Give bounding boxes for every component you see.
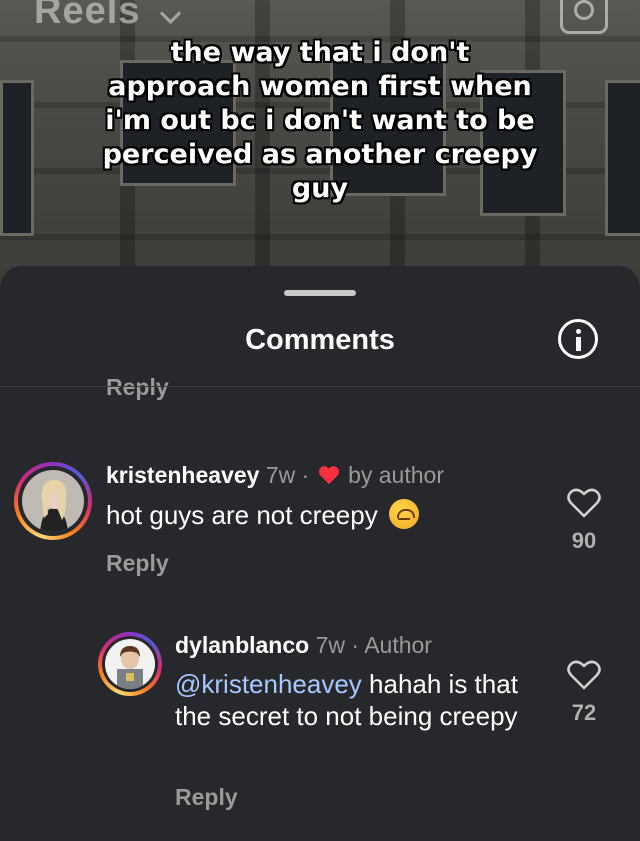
camera-icon[interactable] (560, 0, 608, 34)
like-button[interactable]: 72 (564, 660, 604, 726)
mention-link[interactable]: @kristenheavey (175, 669, 362, 699)
comments-sheet: Comments Reply kristenheavey 7w · by aut… (0, 266, 640, 841)
comment-username[interactable]: dylanblanco (175, 632, 309, 658)
comment-meta: dylanblanco 7w · Author (175, 632, 432, 659)
comment-time: 7w (315, 632, 345, 658)
building-window (0, 80, 34, 236)
reply-button[interactable]: Reply (175, 784, 238, 811)
avatar-photo-image (105, 639, 155, 689)
avatar[interactable] (98, 632, 162, 696)
author-badge: Author (364, 632, 432, 658)
avatar-photo (105, 639, 155, 689)
heart-outline-icon[interactable] (567, 660, 601, 690)
reel-video-frame[interactable]: Reels the way that i don't approach wome… (0, 0, 640, 300)
video-caption: the way that i don't approach women firs… (102, 37, 538, 204)
meta-separator: · (351, 632, 360, 658)
chevron-down-icon[interactable] (159, 2, 182, 25)
reply-comment-item: dylanblanco 7w · Author @kristenheavey h… (0, 266, 640, 841)
comment-text: @kristenheavey hahah is that the secret … (175, 668, 545, 732)
reels-title[interactable]: Reels (34, 0, 140, 33)
like-count: 72 (571, 700, 597, 725)
building-window (605, 80, 640, 236)
